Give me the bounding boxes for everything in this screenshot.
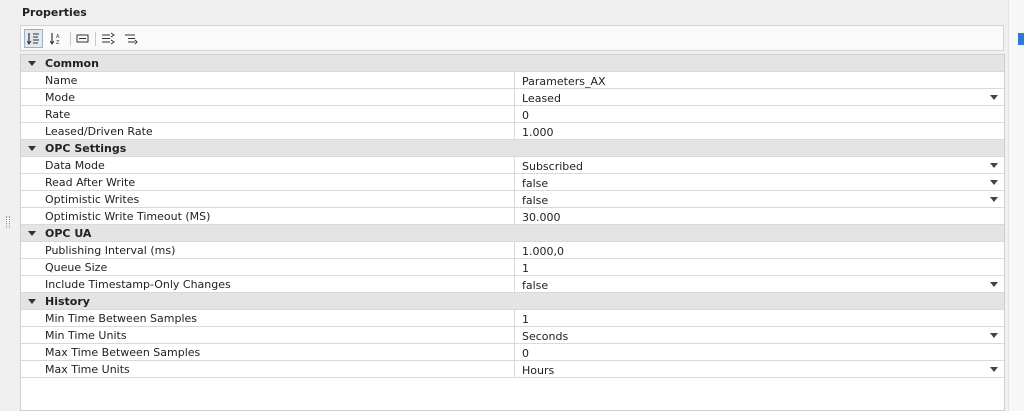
property-value-dropdown[interactable]: Hours [514,361,1004,378]
property-value-dropdown[interactable]: Seconds [514,327,1004,344]
dropdown-arrow-icon[interactable] [990,367,998,372]
property-value: Parameters_AX [522,75,606,88]
property-name: Queue Size [45,261,108,274]
property-name: Mode [45,91,75,104]
property-row[interactable]: Include Timestamp-Only Changes false [21,276,1004,293]
property-value-field[interactable]: 30.000 [514,208,1004,225]
category-row[interactable]: OPC Settings [21,140,1004,157]
property-value: 1.000,0 [522,245,564,258]
property-value-dropdown[interactable]: Subscribed [514,157,1004,174]
property-value-dropdown[interactable]: false [514,191,1004,208]
property-value-field[interactable]: 1.000,0 [514,242,1004,259]
property-value: Subscribed [522,160,584,173]
property-value: 30.000 [522,211,561,224]
dropdown-arrow-icon[interactable] [990,282,998,287]
property-value-dropdown[interactable]: Leased [514,89,1004,106]
property-row[interactable]: Data Mode Subscribed [21,157,1004,174]
property-row[interactable]: Rate 0 [21,106,1004,123]
collapse-all-button[interactable] [121,29,140,48]
property-name: Publishing Interval (ms) [45,244,176,257]
dropdown-arrow-icon[interactable] [990,180,998,185]
collapse-all-icon [124,34,138,45]
property-pages-icon [76,34,89,43]
property-name: Leased/Driven Rate [45,125,153,138]
collapse-arrow-icon[interactable] [27,140,37,157]
property-row[interactable]: Max Time Units Hours [21,361,1004,378]
category-label: OPC UA [45,227,92,240]
property-value: Seconds [522,330,569,343]
property-value: Hours [522,364,555,377]
property-row[interactable]: Queue Size 1 [21,259,1004,276]
expand-all-icon [101,32,115,45]
property-grid: Common Name Parameters_AX Mode Leased Rate 0 Le… [20,54,1005,411]
property-value: 0 [522,347,529,360]
collapse-arrow-icon[interactable] [27,293,37,310]
property-name: Name [45,74,78,87]
property-row[interactable]: Optimistic Write Timeout (MS) 30.000 [21,208,1004,225]
property-name: Read After Write [45,176,136,189]
property-name: Max Time Between Samples [45,346,201,359]
right-panel-edge [1008,0,1024,411]
property-value-field[interactable]: 1 [514,310,1004,327]
property-value-field[interactable]: Parameters_AX [514,72,1004,89]
property-value: 0 [522,109,529,122]
collapse-arrow-icon[interactable] [27,225,37,242]
sort-alphabetical-button[interactable]: A Z [47,29,66,48]
property-row[interactable]: Leased/Driven Rate 1.000 [21,123,1004,140]
property-value: Leased [522,92,561,105]
panel-title: Properties [22,6,87,19]
expand-all-button[interactable] [98,29,117,48]
property-row[interactable]: Min Time Units Seconds [21,327,1004,344]
svg-text:Z: Z [56,40,60,45]
property-name: Rate [45,108,71,121]
property-name: Data Mode [45,159,105,172]
property-row[interactable]: Read After Write false [21,174,1004,191]
property-row[interactable]: Mode Leased [21,89,1004,106]
property-row[interactable]: Publishing Interval (ms) 1.000,0 [21,242,1004,259]
resize-handle[interactable] [6,216,10,228]
property-name: Min Time Between Samples [45,312,198,325]
property-value: false [522,279,549,292]
sort-categorized-icon [27,33,39,45]
property-value-dropdown[interactable]: false [514,276,1004,293]
property-row[interactable]: Optimistic Writes false [21,191,1004,208]
property-row[interactable]: Name Parameters_AX [21,72,1004,89]
property-name: Optimistic Write Timeout (MS) [45,210,211,223]
property-value-field[interactable]: 1 [514,259,1004,276]
property-name: Include Timestamp-Only Changes [45,278,231,291]
property-value: false [522,177,549,190]
property-value: false [522,194,549,207]
category-label: Common [45,57,99,70]
property-pages-button[interactable] [73,29,92,48]
property-value-dropdown[interactable]: false [514,174,1004,191]
property-value: 1 [522,262,529,275]
property-name: Min Time Units [45,329,127,342]
properties-toolbar: A Z [20,25,1004,51]
dropdown-arrow-icon[interactable] [990,197,998,202]
collapse-arrow-icon[interactable] [27,55,37,72]
property-value: 1.000 [522,126,554,139]
category-label: History [45,295,90,308]
property-value-field[interactable]: 0 [514,344,1004,361]
category-label: OPC Settings [45,142,127,155]
property-row[interactable]: Max Time Between Samples 0 [21,344,1004,361]
dropdown-arrow-icon[interactable] [990,163,998,168]
property-value-field[interactable]: 0 [514,106,1004,123]
dropdown-arrow-icon[interactable] [990,333,998,338]
property-value-field[interactable]: 1.000 [514,123,1004,140]
sort-categorized-button[interactable] [24,29,43,48]
property-row[interactable]: Min Time Between Samples 1 [21,310,1004,327]
category-row[interactable]: Common [21,55,1004,72]
sort-alphabetical-icon: A Z [50,33,60,45]
property-value: 1 [522,313,529,326]
property-name: Optimistic Writes [45,193,140,206]
category-row[interactable]: History [21,293,1004,310]
category-row[interactable]: OPC UA [21,225,1004,242]
accent-marker [1018,33,1024,45]
dropdown-arrow-icon[interactable] [990,95,998,100]
property-name: Max Time Units [45,363,130,376]
